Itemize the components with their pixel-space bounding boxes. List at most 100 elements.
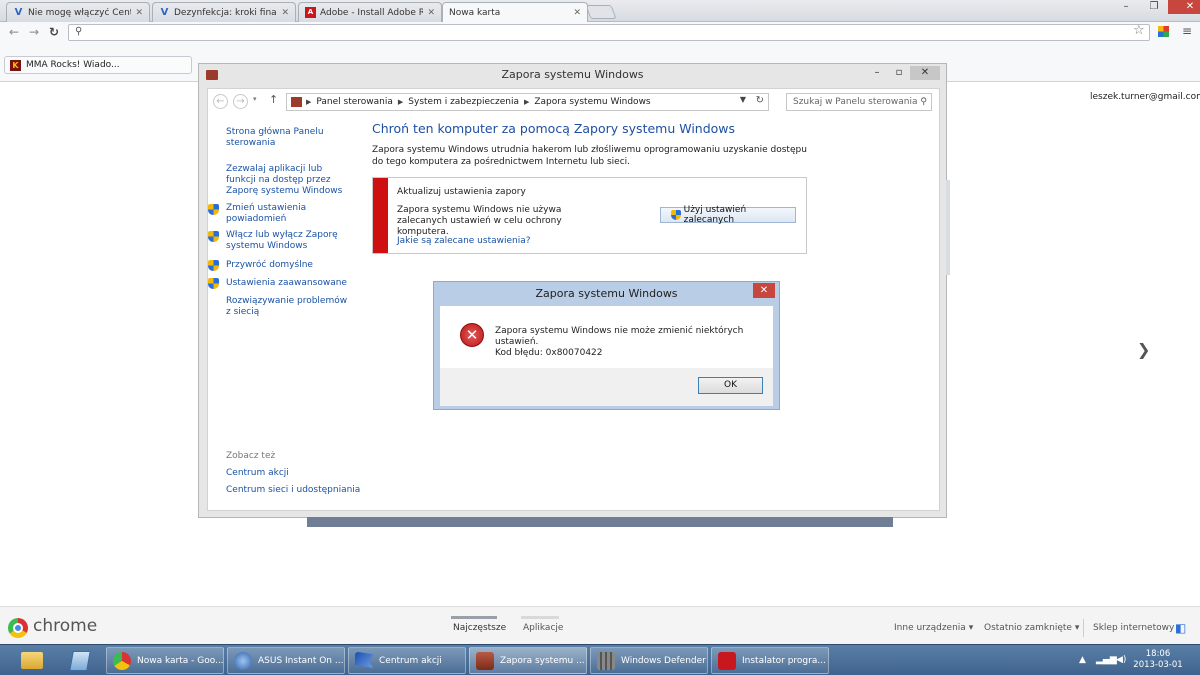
firewall-icon	[476, 651, 494, 670]
menu-label: Ostatnio zamknięte	[984, 623, 1072, 633]
control-panel-icon	[291, 97, 302, 107]
error-code: Kod błędu: 0x80070422	[495, 348, 603, 358]
nav-link-toggle-firewall[interactable]: Włącz lub wyłącz Zaporę systemu Windows	[226, 230, 348, 252]
breadcrumb-item[interactable]: System i zabezpieczenia	[408, 97, 519, 107]
alert-status-bar	[373, 178, 388, 253]
menu-label: Inne urządzenia	[894, 623, 966, 633]
nav-link-troubleshoot[interactable]: Rozwiązywanie problemów z siecią	[226, 296, 348, 318]
error-message: Zapora systemu Windows nie może zmienić …	[495, 326, 773, 359]
see-also-heading: Zobacz też	[226, 451, 276, 461]
tab-close-icon[interactable]: ✕	[573, 8, 581, 18]
nav-link-notifications[interactable]: Zmień ustawienia powiadomień	[226, 203, 348, 225]
chrome-wordmark: chrome	[33, 616, 98, 636]
tray-expand-icon[interactable]: ▲	[1079, 655, 1086, 665]
alert-title: Aktualizuj ustawienia zapory	[397, 187, 526, 197]
see-also-action-center[interactable]: Centrum akcji	[226, 468, 348, 479]
chrome-menu-icon[interactable]: ≡	[1182, 24, 1192, 38]
taskbar-label: Centrum akcji	[379, 655, 442, 666]
signal-icon[interactable]: ▂▄▆	[1096, 655, 1117, 665]
reload-icon[interactable]: ↻	[44, 25, 64, 39]
file-explorer-icon[interactable]	[12, 648, 52, 673]
tab-label: Adobe - Install Adobe Rea	[320, 7, 423, 18]
breadcrumb[interactable]: ▶ Panel sterowania ▶ System i zabezpiecz…	[286, 93, 769, 111]
taskbar-item-defender[interactable]: Windows Defender	[590, 647, 708, 674]
taskbar-label: Instalator progra...	[742, 655, 826, 666]
dialog-body: ✕ Zapora systemu Windows nie może zmieni…	[440, 306, 773, 368]
search-input[interactable]: Szukaj w Panelu sterowania ⚲	[786, 93, 932, 111]
breadcrumb-item[interactable]: Zapora systemu Windows	[534, 97, 650, 107]
maximize-icon[interactable]: ▫	[888, 66, 910, 80]
bookmark-label: MMA Rocks! Wiado...	[26, 60, 120, 70]
window-controls: – ❐ ✕	[1112, 0, 1200, 14]
mma-favicon-icon: K	[10, 59, 21, 71]
tab-close-icon[interactable]: ✕	[135, 8, 143, 18]
omnibox[interactable]: ⚲	[68, 24, 1150, 41]
taskbar-item-action-center[interactable]: Centrum akcji	[348, 647, 466, 674]
button-label: Użyj ustawień zalecanych	[683, 205, 747, 225]
search-icon: ⚲	[75, 26, 83, 37]
scrollbar[interactable]	[946, 180, 950, 275]
bookmark-star-icon[interactable]: ☆	[1133, 23, 1145, 38]
see-also-network-center[interactable]: Centrum sieci i udostępniania	[226, 485, 366, 496]
recommended-settings-link[interactable]: Jakie są zalecane ustawienia?	[397, 236, 531, 246]
breadcrumb-item[interactable]: Panel sterowania	[316, 97, 393, 107]
adobe-favicon-icon: A	[305, 7, 316, 18]
window-title: Zapora systemu Windows	[501, 68, 644, 81]
restore-icon[interactable]: ❐	[1140, 0, 1168, 14]
browser-tab-1[interactable]: V Nie mogę włączyć Centru ✕	[6, 2, 150, 22]
chevron-down-icon[interactable]: ▼	[740, 95, 746, 104]
chrome-icon	[113, 651, 131, 670]
web-store-icon[interactable]: ◧	[1175, 621, 1186, 635]
tab-close-icon[interactable]: ✕	[281, 8, 289, 18]
web-store-link[interactable]: Sklep internetowy	[1093, 623, 1174, 633]
browser-tab-3[interactable]: A Adobe - Install Adobe Rea ✕	[298, 2, 442, 22]
back-icon[interactable]: ←	[213, 94, 228, 109]
taskbar-label: Nowa karta - Goo...	[137, 655, 223, 666]
forward-icon[interactable]: →	[24, 25, 44, 39]
browser-tab-4[interactable]: Nowa karta ✕	[442, 2, 588, 22]
extension-icon[interactable]	[1158, 26, 1169, 37]
uac-shield-icon	[671, 210, 681, 220]
refresh-icon[interactable]: ↻	[756, 95, 764, 106]
tab-indicator	[521, 616, 559, 619]
taskbar-item-adobe-installer[interactable]: Instalator progra...	[711, 647, 829, 674]
recently-closed-menu[interactable]: Ostatnio zamknięte ▾	[984, 623, 1079, 633]
tab-close-icon[interactable]: ✕	[427, 8, 435, 18]
back-icon[interactable]: ←	[4, 25, 24, 39]
up-arrow-icon[interactable]: ↑	[269, 93, 278, 106]
tab-most-visited[interactable]: Najczęstsze	[453, 623, 506, 633]
asus-icon	[234, 651, 252, 670]
tab-apps[interactable]: Aplikacje	[523, 623, 563, 633]
chevron-right-icon: ▶	[306, 98, 312, 106]
browser-tab-2[interactable]: V Dezynfekcja: kroki finalizu ✕	[152, 2, 296, 22]
nav-link-restore-defaults[interactable]: Przywróć domyślne	[226, 260, 348, 271]
bookmark-item[interactable]: K MMA Rocks! Wiado...	[4, 56, 192, 74]
error-dialog: Zapora systemu Windows ✕ ✕ Zapora system…	[433, 281, 780, 410]
system-clock[interactable]: 18:06 2013-03-01	[1133, 649, 1183, 671]
minimize-icon[interactable]: –	[866, 66, 888, 80]
forward-icon[interactable]: →	[233, 94, 248, 109]
account-email[interactable]: leszek.turner@gmail.com	[1090, 92, 1200, 102]
volume-icon[interactable]: ◀)	[1116, 655, 1126, 665]
taskbar-item-chrome[interactable]: Nowa karta - Goo...	[106, 647, 224, 674]
tablet-icon[interactable]	[60, 648, 100, 673]
recent-dropdown-icon[interactable]: ▾	[253, 95, 257, 103]
chevron-right-icon[interactable]: ❯	[1137, 340, 1150, 359]
nav-link-allow-app[interactable]: Zezwalaj aplikacji lub funkcji na dostęp…	[226, 164, 348, 197]
taskbar-label: Windows Defender	[621, 655, 706, 666]
nav-link-home[interactable]: Strona główna Panelu sterowania	[226, 127, 348, 149]
nav-link-advanced[interactable]: Ustawienia zaawansowane	[226, 278, 348, 289]
firewall-alert: Aktualizuj ustawienia zapory Zapora syst…	[372, 177, 807, 254]
close-icon[interactable]: ✕	[753, 283, 775, 298]
taskbar-item-asus[interactable]: ASUS Instant On ...	[227, 647, 345, 674]
new-tab-button[interactable]	[585, 5, 617, 19]
ok-button[interactable]: OK	[698, 377, 763, 394]
use-recommended-button[interactable]: Użyj ustawień zalecanych	[660, 205, 796, 225]
taskbar-item-firewall[interactable]: Zapora systemu ...	[469, 647, 587, 674]
minimize-icon[interactable]: –	[1112, 0, 1140, 14]
window-buttons: – ▫ ✕	[866, 66, 940, 80]
close-icon[interactable]: ✕	[1168, 0, 1200, 14]
chevron-down-icon: ▾	[1074, 623, 1080, 633]
close-icon[interactable]: ✕	[910, 66, 940, 80]
other-devices-menu[interactable]: Inne urządzenia ▾	[894, 623, 973, 633]
